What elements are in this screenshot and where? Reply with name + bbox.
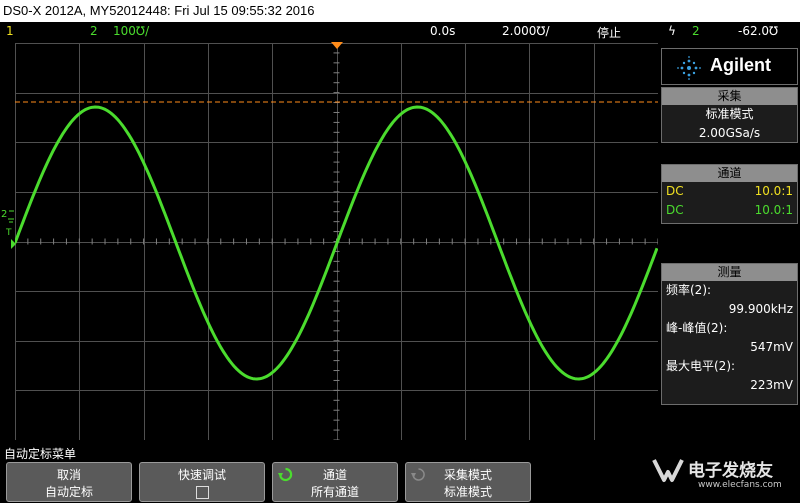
svg-text:T: T — [5, 228, 12, 238]
measurements-header: 测量 — [662, 264, 797, 281]
softkey-1-label: 取消 — [56, 468, 81, 482]
channel-2-indicator[interactable]: 2 — [90, 24, 98, 38]
quick-debug-button[interactable]: 快速调试 — [139, 462, 265, 502]
measurement-value-vpp: 547mV — [750, 340, 793, 354]
measurement-label-frequency: 频率(2): — [666, 283, 712, 297]
time-delay: 0.0s — [430, 24, 456, 38]
watermark-logo-icon — [652, 459, 684, 482]
brand-box: Agilent — [661, 48, 798, 85]
softkey-4-sublabel: 标准模式 — [443, 485, 492, 499]
trigger-channel: 2 — [692, 24, 700, 38]
channel-1-indicator[interactable]: 1 — [6, 24, 14, 38]
channel-1-coupling: DC — [666, 184, 684, 198]
measurements-box[interactable]: 测量 频率(2): 99.900kHz 峰-峰值(2): 547mV 最大电平(… — [661, 263, 798, 405]
channel-2-coupling: DC — [666, 203, 684, 217]
softkey-1-sublabel: 自动定标 — [44, 485, 93, 499]
channel-1-row: DC 10.0:1 — [662, 182, 797, 201]
measurement-value-vmax: 223mV — [750, 378, 793, 392]
window-title: DS0-X 2012A, MY52012448: Fri Jul 15 09:5… — [0, 0, 800, 22]
watermark-text: 电子发烧友 — [688, 461, 773, 481]
acquisition-mode: 标准模式 — [705, 107, 754, 121]
acquisition-header: 采集 — [662, 88, 797, 105]
trigger-level: -62.0℧ — [738, 24, 779, 38]
softkey-2-label: 快速调试 — [177, 468, 226, 482]
agilent-spark-icon — [677, 56, 701, 80]
trigger-position-marker[interactable] — [330, 41, 344, 51]
rotate-knob-icon — [278, 467, 293, 482]
run-state: 停止 — [597, 26, 622, 40]
sample-rate: 2.00GSa/s — [698, 126, 761, 140]
right-info-panel: Agilent 采集 标准模式 2.00GSa/s 通道 DC 10.0:1 D… — [659, 43, 800, 440]
acquisition-mode-button[interactable]: 采集模式 标准模式 — [405, 462, 531, 502]
status-bar: 1 2 100℧/ 0.0s 2.000℧/ 停止 ϟ 2 -62.0℧ — [0, 22, 800, 41]
acquisition-box[interactable]: 采集 标准模式 2.00GSa/s — [661, 87, 798, 143]
rotate-knob-icon — [411, 468, 425, 481]
channel-1-probe: 10.0:1 — [754, 184, 793, 198]
channels-header: 通道 — [662, 165, 797, 182]
trigger-edge-icon: ϟ — [668, 24, 676, 38]
softkey-3-sublabel: 所有通道 — [310, 485, 359, 499]
menu-title: 自动定标菜单 — [4, 447, 77, 461]
watermark-url: www.elecfans.com — [698, 480, 782, 490]
quick-debug-checkbox[interactable] — [195, 486, 209, 499]
watermark: 电子发烧友 www.elecfans.com — [650, 450, 798, 500]
measurement-label-vpp: 峰-峰值(2): — [666, 321, 728, 335]
channels-button[interactable]: 通道 所有通道 — [272, 462, 398, 502]
brand-name: Agilent — [710, 55, 771, 75]
channels-box[interactable]: 通道 DC 10.0:1 DC 10.0:1 — [661, 164, 798, 224]
measurement-value-frequency: 99.900kHz — [728, 302, 793, 316]
waveform-display — [15, 43, 658, 440]
svg-text:2: 2 — [1, 209, 7, 220]
channel-2-row: DC 10.0:1 — [662, 201, 797, 220]
vertical-scale: 100℧/ — [113, 24, 150, 38]
time-scale: 2.000℧/ — [502, 24, 550, 38]
channel-2-ground-marker[interactable]: 2 T — [0, 205, 16, 250]
measurement-label-vmax: 最大电平(2): — [666, 359, 736, 373]
cancel-autoscale-button[interactable]: 取消 自动定标 — [6, 462, 132, 502]
channel-2-probe: 10.0:1 — [754, 203, 793, 217]
